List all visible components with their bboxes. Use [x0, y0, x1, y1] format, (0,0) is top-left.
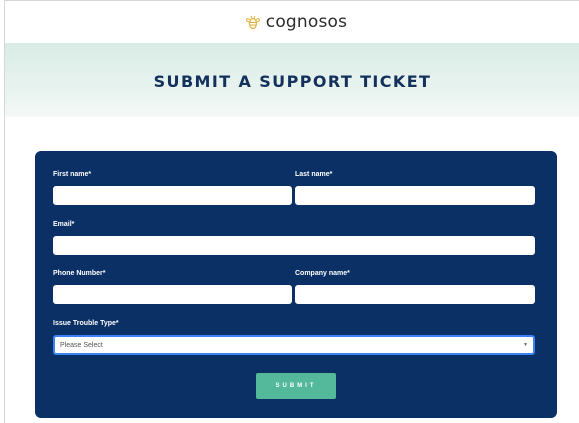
- brand-name: cognosos: [265, 12, 348, 32]
- issue-type-selected-value: Please Select: [60, 341, 103, 349]
- brand-logo[interactable]: cognosos: [244, 12, 347, 32]
- email-label: Email*: [53, 221, 75, 228]
- issue-type-select[interactable]: Please Select ▼: [53, 335, 535, 355]
- page-frame: cognosos SUBMIT A SUPPORT TICKET First n…: [4, 0, 579, 423]
- bee-logo-icon: [244, 13, 262, 31]
- first-name-field[interactable]: [53, 186, 292, 205]
- chevron-down-icon: ▼: [523, 342, 528, 348]
- company-name-field[interactable]: [295, 285, 535, 304]
- support-ticket-form: First name* Last name* Email* Phone Numb…: [35, 151, 557, 418]
- company-name-label: Company name*: [295, 270, 350, 277]
- phone-number-field[interactable]: [53, 285, 292, 304]
- page-title: SUBMIT A SUPPORT TICKET: [153, 71, 432, 91]
- last-name-field[interactable]: [295, 186, 535, 205]
- phone-number-label: Phone Number*: [53, 270, 106, 277]
- email-field[interactable]: [53, 236, 535, 255]
- last-name-label: Last name*: [295, 171, 333, 178]
- site-header: cognosos: [5, 1, 579, 43]
- submit-button[interactable]: SUBMIT: [256, 373, 336, 399]
- page-banner: SUBMIT A SUPPORT TICKET: [5, 43, 579, 117]
- first-name-label: First name*: [53, 171, 92, 178]
- issue-type-label: Issue Trouble Type*: [53, 320, 119, 327]
